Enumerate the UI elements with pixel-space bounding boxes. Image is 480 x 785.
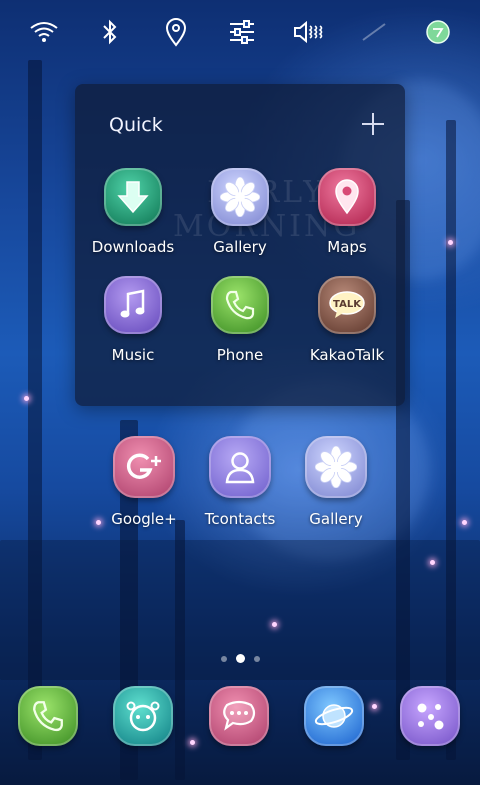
app-label: KakaoTalk: [309, 346, 385, 364]
app-label: Google+: [111, 510, 177, 528]
folder-panel: EARLY MORNING Quick Downloads: [75, 84, 405, 406]
app-label: Maps: [327, 238, 367, 256]
talk-bubble-icon: TALK: [318, 276, 376, 334]
clock-icon[interactable]: [420, 14, 456, 50]
app-downloads[interactable]: Downloads: [83, 168, 183, 256]
app-kakaotalk[interactable]: TALK KakaoTalk: [297, 276, 397, 364]
music-note-icon: [104, 276, 162, 334]
map-pin-icon: [318, 168, 376, 226]
app-label: Downloads: [91, 238, 175, 256]
sliders-icon[interactable]: [224, 14, 260, 50]
folder-title[interactable]: Quick: [109, 114, 163, 136]
page-dot[interactable]: [253, 655, 260, 662]
planet-icon[interactable]: [304, 686, 364, 746]
app-label: Gallery: [309, 510, 363, 528]
location-icon[interactable]: [158, 14, 194, 50]
plus-icon[interactable]: [359, 110, 387, 138]
dock: [0, 686, 480, 748]
bluetooth-icon[interactable]: [92, 14, 128, 50]
app-phone[interactable]: Phone: [190, 276, 290, 364]
vibrate-icon[interactable]: [290, 14, 326, 50]
app-tcontacts[interactable]: Tcontacts: [190, 436, 290, 528]
app-label: Phone: [216, 346, 264, 364]
chat-bubble-icon[interactable]: [209, 686, 269, 746]
apps-grid-icon[interactable]: [400, 686, 460, 746]
person-icon: [209, 436, 271, 498]
wand-icon[interactable]: [356, 14, 392, 50]
app-gallery-home[interactable]: Gallery: [286, 436, 386, 528]
page-indicator[interactable]: [0, 654, 480, 663]
app-label: Gallery: [213, 238, 267, 256]
download-arrow-icon: [104, 168, 162, 226]
alien-face-icon[interactable]: [113, 686, 173, 746]
app-music[interactable]: Music: [83, 276, 183, 364]
phone-icon: [211, 276, 269, 334]
app-gallery[interactable]: Gallery: [190, 168, 290, 256]
google-plus-icon: [113, 436, 175, 498]
flower-icon: [305, 436, 367, 498]
svg-text:TALK: TALK: [333, 299, 362, 310]
app-maps[interactable]: Maps: [297, 168, 397, 256]
phone-icon[interactable]: [18, 686, 78, 746]
app-label: Tcontacts: [204, 510, 276, 528]
flower-icon: [211, 168, 269, 226]
page-dot[interactable]: [220, 655, 227, 662]
status-bar: [0, 14, 480, 54]
page-dot-active[interactable]: [235, 654, 245, 663]
app-label: Music: [111, 346, 155, 364]
wifi-icon[interactable]: [26, 14, 62, 50]
app-google-plus[interactable]: Google+: [94, 436, 194, 528]
